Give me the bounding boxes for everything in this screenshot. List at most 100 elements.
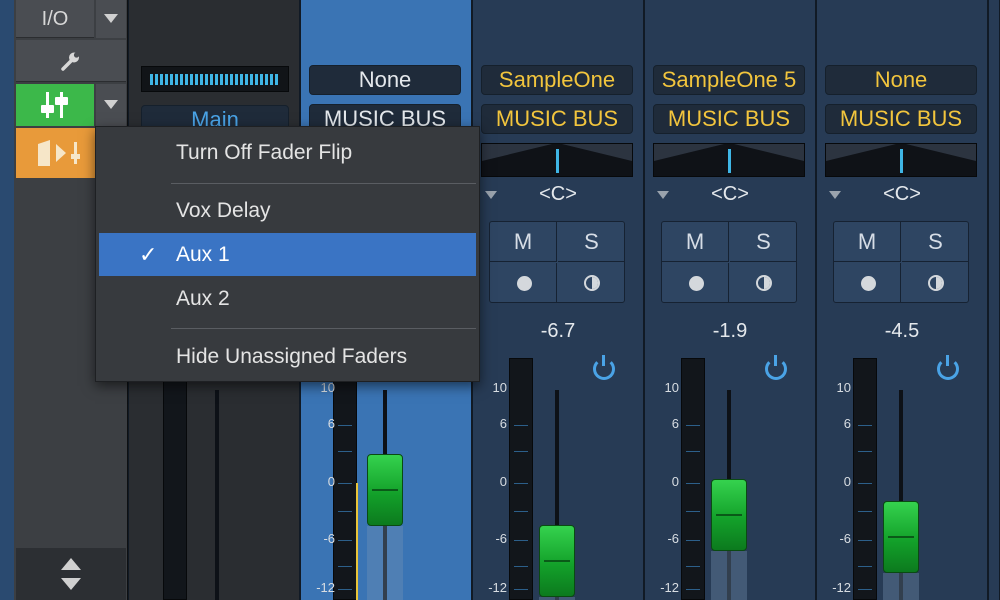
chevron-down-icon [104, 14, 118, 23]
mute-button[interactable]: M [834, 222, 901, 262]
input-selector[interactable]: SampleOne 5 [653, 65, 805, 95]
up-down-arrows-icon [61, 558, 81, 590]
menu-separator [171, 183, 476, 184]
level-meter [333, 358, 358, 600]
mute-solo-panel: M S [489, 221, 625, 303]
sidebar-strip [0, 0, 14, 600]
mute-button[interactable]: M [662, 222, 729, 262]
record-button[interactable] [834, 263, 901, 303]
volume-fader[interactable] [883, 501, 919, 573]
channel-strip-partial [988, 0, 1000, 600]
meter-scale-label: -12 [316, 580, 335, 595]
menu-item-vox-delay[interactable]: Vox Delay [99, 189, 476, 232]
solo-button[interactable]: S [558, 222, 625, 262]
volume-fader[interactable] [367, 454, 403, 526]
menu-item-turn-off-fader-flip[interactable]: Turn Off Fader Flip [99, 131, 476, 174]
fader-lane [367, 526, 403, 600]
menu-item-aux-1[interactable]: ✓ Aux 1 [99, 233, 476, 276]
output-selector[interactable]: MUSIC BUS [481, 104, 633, 134]
solo-button[interactable]: S [902, 222, 969, 262]
pan-indicator [900, 149, 903, 173]
input-selector[interactable]: SampleOne [481, 65, 633, 95]
input-selector[interactable]: None [825, 65, 977, 95]
fader-track [215, 390, 219, 600]
input-level-meter [141, 66, 289, 92]
menu-separator [171, 328, 476, 329]
mute-solo-panel: M S [833, 221, 969, 303]
level-meter [853, 358, 877, 600]
fader-flip-menu: Turn Off Fader Flip Vox Delay ✓ Aux 1 Au… [95, 126, 480, 382]
fader-flip-dropdown-button[interactable] [96, 84, 126, 126]
meter-scale-label: -12 [488, 580, 507, 595]
meter-scale-label: -6 [323, 531, 335, 546]
volume-fader[interactable] [711, 479, 747, 551]
settings-button[interactable] [16, 40, 126, 82]
meter-scale-label: -12 [832, 580, 851, 595]
meter-scale-label: 6 [327, 416, 335, 431]
meter-scale-label: -12 [660, 580, 679, 595]
mute-solo-panel: M S [661, 221, 797, 303]
power-icon[interactable] [765, 355, 787, 380]
monitor-icon [928, 275, 944, 291]
level-meter [509, 358, 533, 600]
pan-value: <C> [883, 183, 921, 205]
volume-value: -6.7 [540, 320, 576, 342]
routing-button[interactable] [16, 128, 96, 178]
meter-scale-label: -6 [667, 531, 679, 546]
meter-scale-label: 6 [499, 416, 507, 431]
meter-scale-label: 10 [320, 380, 335, 395]
monitor-button[interactable] [902, 263, 969, 303]
meter-scale-label: 10 [836, 380, 851, 395]
checkmark-icon: ✓ [139, 242, 158, 267]
io-button[interactable]: I/O [16, 0, 94, 38]
menu-item-aux-2[interactable]: Aux 2 [99, 277, 476, 320]
meter-scale-label: 10 [492, 380, 507, 395]
record-icon [517, 276, 532, 291]
pan-knob[interactable] [481, 143, 633, 177]
wrench-icon [61, 52, 80, 71]
power-icon[interactable] [937, 355, 959, 380]
meter-scale-label: 6 [671, 416, 679, 431]
meter-scale-label: 10 [664, 380, 679, 395]
fader-flip-button[interactable] [16, 84, 94, 126]
solo-button[interactable]: S [730, 222, 797, 262]
fader-lane [711, 551, 747, 600]
volume-value: -1.9 [712, 320, 748, 342]
meter-scale-label: 0 [499, 474, 507, 489]
pan-indicator [556, 149, 559, 173]
output-selector[interactable]: MUSIC BUS [825, 104, 977, 134]
pan-indicator [728, 149, 731, 173]
record-button[interactable] [490, 263, 557, 303]
meter-scale-label: 0 [327, 474, 335, 489]
monitor-button[interactable] [558, 263, 625, 303]
meter-scale-label: 0 [843, 474, 851, 489]
menu-item-hide-unassigned-faders[interactable]: Hide Unassigned Faders [99, 335, 476, 378]
io-dropdown-button[interactable] [96, 0, 126, 38]
record-button[interactable] [662, 263, 729, 303]
scroll-arrows[interactable] [16, 548, 126, 600]
meter-scale-label: -6 [495, 531, 507, 546]
monitor-icon [584, 275, 600, 291]
monitor-button[interactable] [730, 263, 797, 303]
pan-value: <C> [539, 183, 577, 205]
volume-value: -4.5 [884, 320, 920, 342]
monitor-icon [756, 275, 772, 291]
meter-scale-label: -6 [839, 531, 851, 546]
pan-knob[interactable] [825, 143, 977, 177]
channel-strip-3: SampleOne MUSIC BUS <C> M S -6.7 10 6 0 -6 -… [472, 0, 644, 600]
level-meter [163, 358, 187, 600]
pan-knob[interactable] [653, 143, 805, 177]
chevron-down-icon [104, 100, 118, 109]
channel-strip-4: SampleOne 5 MUSIC BUS <C> M S -1.9 10 6 0 -… [644, 0, 816, 600]
meter-scale-label: 0 [671, 474, 679, 489]
output-selector[interactable]: MUSIC BUS [653, 104, 805, 134]
input-selector[interactable]: None [309, 65, 461, 95]
record-icon [861, 276, 876, 291]
mute-button[interactable]: M [490, 222, 557, 262]
record-icon [689, 276, 704, 291]
routing-icon [38, 140, 80, 166]
meter-scale-label: 6 [843, 416, 851, 431]
power-icon[interactable] [593, 355, 615, 380]
level-meter [681, 358, 705, 600]
volume-fader[interactable] [539, 525, 575, 598]
